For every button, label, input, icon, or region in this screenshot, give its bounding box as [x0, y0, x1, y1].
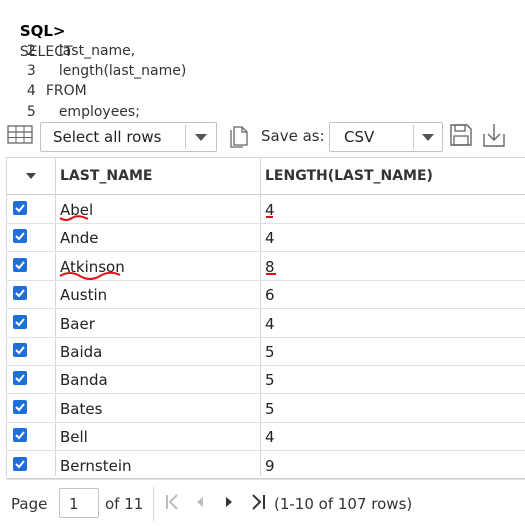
- table-row[interactable]: Bates 5: [7, 394, 525, 423]
- sql-line-3: 3 length(last_name): [0, 40, 186, 79]
- cell-length: 4: [265, 201, 275, 219]
- select-rows-dropdown[interactable]: Select all rows: [40, 122, 217, 152]
- pagination-bar: Page 1 of 11 (1-10 of 107 rows): [6, 478, 525, 526]
- copy-icon[interactable]: [227, 123, 251, 153]
- previous-page-icon[interactable]: [194, 493, 206, 515]
- cell-length: 6: [265, 286, 275, 305]
- row-checkbox[interactable]: [13, 201, 27, 215]
- cell-last-name: Baida: [60, 343, 103, 361]
- sql-line-2: 2 last_name,: [0, 20, 135, 59]
- save-icon[interactable]: [449, 123, 473, 151]
- cell-length: 4: [265, 428, 275, 447]
- table-row[interactable]: Austin 6: [7, 280, 525, 310]
- rows-range-label: (1-10 of 107 rows): [274, 495, 413, 513]
- last-page-icon[interactable]: [250, 493, 268, 515]
- cell-last-name: Bell: [60, 428, 88, 447]
- cell-length: 5: [265, 399, 275, 418]
- cell-length: 5: [265, 343, 275, 361]
- column-header-last-name[interactable]: LAST_NAME: [60, 168, 152, 184]
- cell-length: 4: [265, 229, 275, 248]
- save-as-label: Save as:: [261, 127, 325, 145]
- cell-last-name: Abel: [60, 201, 94, 219]
- cell-last-name: Ande: [60, 229, 99, 248]
- page-count-label: of 11: [105, 495, 144, 513]
- column-header-length[interactable]: LENGTH(LAST_NAME): [265, 168, 433, 184]
- page-number-input[interactable]: 1: [59, 488, 99, 518]
- cell-last-name: Bernstein: [60, 456, 132, 475]
- results-toolbar: Select all rows Save as: CSV: [0, 118, 525, 154]
- table-row[interactable]: Atkinson 8: [7, 252, 525, 281]
- cell-length: 4: [265, 314, 275, 333]
- sql-editor[interactable]: SQL> SELECT 2 last_name, 3 length(last_nam…: [0, 0, 525, 120]
- sql-line-4: 4 FROM: [0, 60, 87, 99]
- grid-header: LAST_NAME LENGTH(LAST_NAME): [7, 158, 525, 195]
- cell-length: 9: [265, 456, 275, 475]
- row-checkbox[interactable]: [13, 343, 27, 357]
- row-checkbox[interactable]: [13, 456, 27, 471]
- sql-line-1: SQL> SELECT: [2, 0, 73, 61]
- table-row[interactable]: Banda 5: [7, 365, 525, 395]
- table-row[interactable]: Bell 4: [7, 422, 525, 452]
- row-checkbox[interactable]: [13, 286, 27, 301]
- table-row[interactable]: Baida 5: [7, 337, 525, 366]
- row-checkbox[interactable]: [13, 229, 27, 244]
- row-checkbox[interactable]: [13, 257, 27, 272]
- table-row[interactable]: Ande 4: [7, 223, 525, 253]
- results-grid: LAST_NAME LENGTH(LAST_NAME) Abel 4 Ande 4 At…: [6, 157, 525, 480]
- row-checkbox[interactable]: [13, 399, 27, 414]
- page-label: Page: [11, 495, 48, 513]
- format-value: CSV: [344, 128, 375, 146]
- chevron-down-icon: [195, 134, 207, 141]
- cell-last-name: Baer: [60, 314, 95, 333]
- select-rows-value: Select all rows: [53, 128, 162, 146]
- next-page-icon[interactable]: [223, 493, 235, 515]
- cell-length: 8: [265, 257, 275, 276]
- table-icon[interactable]: [7, 124, 33, 150]
- table-row[interactable]: Baer 4: [7, 309, 525, 338]
- cell-length: 5: [265, 371, 275, 390]
- table-row[interactable]: Abel 4: [7, 195, 525, 224]
- sql-line-5: 5 employees;: [0, 81, 140, 120]
- cell-last-name: Atkinson: [60, 257, 125, 276]
- cell-last-name: Bates: [60, 399, 103, 418]
- first-page-icon[interactable]: [164, 493, 180, 515]
- cell-last-name: Banda: [60, 371, 108, 390]
- chevron-down-icon: [422, 134, 434, 141]
- table-row[interactable]: Bernstein 9: [7, 451, 525, 480]
- cell-last-name: Austin: [60, 286, 108, 305]
- row-checkbox[interactable]: [13, 371, 27, 386]
- row-checkbox[interactable]: [13, 314, 27, 329]
- download-icon[interactable]: [481, 121, 507, 153]
- select-column-menu-icon[interactable]: [26, 173, 36, 179]
- format-dropdown[interactable]: CSV: [329, 122, 443, 152]
- row-checkbox[interactable]: [13, 428, 27, 443]
- page-number-value: 1: [69, 495, 79, 513]
